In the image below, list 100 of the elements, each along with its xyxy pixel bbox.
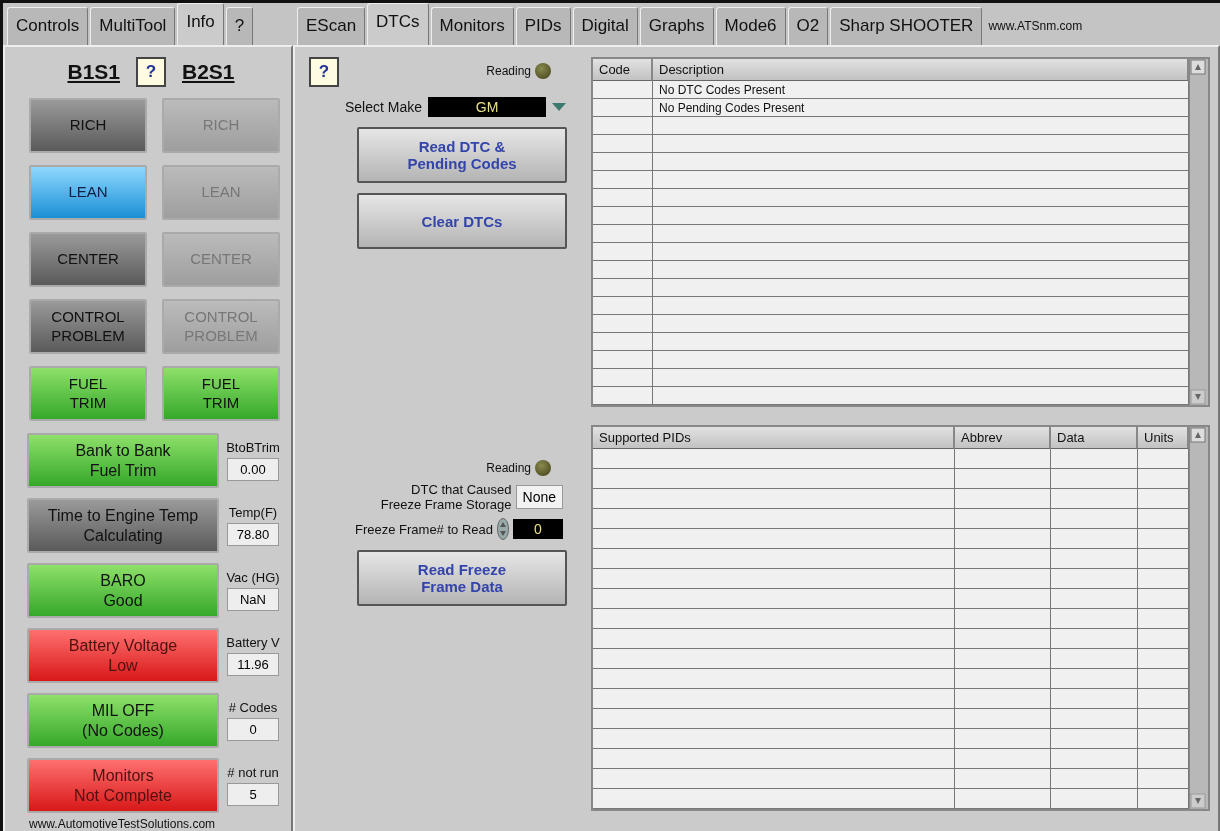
tab[interactable]: Sharp SHOOTER [830, 7, 983, 45]
indicator-button[interactable]: Battery Voltage Low [27, 628, 219, 683]
action-button[interactable]: Read Freeze Frame Data [357, 550, 567, 606]
indicator-button[interactable]: RICH [29, 98, 147, 153]
tab[interactable]: DTCs [367, 3, 429, 45]
table-cell [593, 333, 653, 351]
table-cell: No DTC Codes Present [653, 81, 1189, 99]
table-cell [593, 387, 653, 405]
indicator-button[interactable]: CONTROL PROBLEM [29, 299, 147, 354]
tab[interactable]: Mode6 [715, 7, 786, 45]
table-cell [1138, 689, 1189, 709]
indicator-button[interactable]: LEAN [29, 165, 147, 220]
table-cell [593, 81, 653, 99]
tab[interactable]: Info [177, 3, 224, 45]
value-display: 11.96 [227, 653, 279, 676]
tab[interactable]: EScan [297, 7, 366, 45]
frame-number-field[interactable]: 0 [513, 519, 563, 539]
indicator-button[interactable]: BARO Good [27, 563, 219, 618]
table-cell [593, 99, 653, 117]
indicator-button[interactable]: FUEL TRIM [29, 366, 147, 421]
table-cell [1138, 489, 1189, 509]
website-text: www.AutomotiveTestSolutions.com [29, 817, 217, 831]
table-cell [1138, 709, 1189, 729]
column-header[interactable]: Units [1138, 427, 1189, 449]
reading-label: Vac (HG) [226, 570, 280, 585]
value-display: 5 [227, 783, 279, 806]
table-cell: No Pending Codes Present [653, 99, 1189, 117]
table-cell [1138, 789, 1189, 809]
bank-label: B2S1 [182, 59, 235, 84]
table-cell [1138, 629, 1189, 649]
indicator-button[interactable]: MIL OFF (No Codes) [27, 693, 219, 748]
freeze-frame-label: Freeze Frame# to Read [355, 521, 493, 537]
column-header[interactable]: Abbrev [955, 427, 1051, 449]
action-button[interactable]: Clear DTCs [357, 193, 567, 249]
table-cell [1138, 529, 1189, 549]
tab[interactable]: O2 [787, 7, 829, 45]
table-cell [593, 117, 653, 135]
table-cell [593, 369, 653, 387]
scrollbar[interactable] [1189, 59, 1208, 405]
column-header[interactable]: Supported PIDs [593, 427, 955, 449]
help-button[interactable]: ? [136, 56, 166, 87]
table-cell [593, 261, 653, 279]
table-cell [593, 189, 653, 207]
reading-label: Reading [486, 64, 531, 78]
make-dropdown[interactable]: GM [428, 97, 547, 117]
table-cell [1138, 649, 1189, 669]
value-display: 0.00 [227, 458, 279, 481]
reading-label: Temp(F) [228, 505, 278, 520]
tab[interactable]: MultiTool [90, 7, 176, 45]
column-header[interactable]: Data [1051, 427, 1138, 449]
table-cell [593, 297, 653, 315]
table-cell [1138, 729, 1189, 749]
scroll-down-icon[interactable] [1190, 793, 1206, 809]
table-cell [593, 207, 653, 225]
dtc-cause-label: DTC that Caused Freeze Frame Storage [380, 482, 512, 512]
table-cell [1138, 769, 1189, 789]
indicator-button[interactable]: Bank to Bank Fuel Trim [27, 433, 219, 488]
tab[interactable]: PIDs [515, 7, 571, 45]
bank-label: B1S1 [67, 59, 120, 84]
action-button[interactable]: Read DTC & Pending Codes [357, 127, 567, 183]
scroll-up-icon[interactable] [1190, 59, 1206, 75]
table-cell [593, 153, 653, 171]
scrollbar[interactable] [1189, 427, 1208, 809]
value-display: 0 [227, 718, 279, 741]
table-cell [1138, 589, 1189, 609]
spinner-icon[interactable] [497, 518, 509, 540]
table-cell [1138, 749, 1189, 769]
value-display: 78.80 [227, 523, 279, 546]
column-header[interactable]: Code [593, 59, 653, 81]
table-cell [1138, 509, 1189, 529]
table-cell [593, 351, 653, 369]
value-display: NaN [227, 588, 279, 611]
scroll-up-icon[interactable] [1190, 427, 1206, 443]
select-make-label: Select Make [345, 99, 423, 115]
reading-label: BtoBTrim [226, 440, 280, 455]
table-cell [593, 225, 653, 243]
indicator-button[interactable]: FUEL TRIM [162, 366, 280, 421]
table-cell [1138, 549, 1189, 569]
scroll-down-icon[interactable] [1190, 389, 1206, 405]
table-cell [593, 279, 653, 297]
value-display: None [515, 485, 563, 509]
indicator-button[interactable]: CENTER [29, 232, 147, 287]
tab[interactable]: Controls [7, 7, 89, 45]
tab[interactable]: Digital [572, 7, 638, 45]
indicator-button[interactable]: Time to Engine Temp Calculating [27, 498, 219, 553]
table-cell [593, 243, 653, 261]
dropdown-arrow-icon[interactable] [552, 103, 567, 111]
table-cell [593, 315, 653, 333]
tab[interactable]: Monitors [430, 7, 514, 45]
column-header[interactable]: Description [653, 59, 1189, 81]
reading-label: Battery V [226, 635, 280, 650]
tab[interactable]: Graphs [639, 7, 714, 45]
reading-label: Reading [486, 461, 531, 475]
website-link[interactable]: www.ATSnm.com [988, 19, 1083, 45]
help-button[interactable]: ? [309, 57, 339, 87]
reading-label: # Codes [228, 700, 278, 715]
tab[interactable]: ? [225, 7, 254, 45]
indicator-button[interactable]: Monitors Not Complete [27, 758, 219, 813]
table-cell [1138, 449, 1189, 469]
table-cell [1138, 569, 1189, 589]
